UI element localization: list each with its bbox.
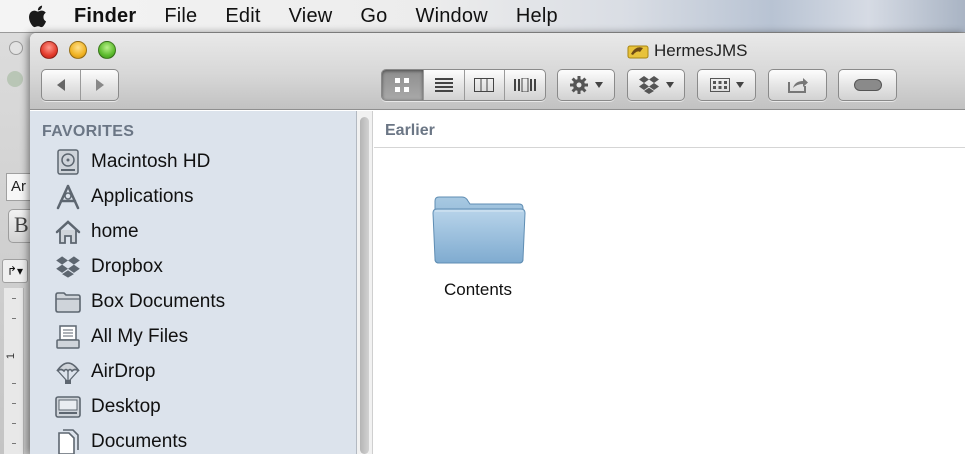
window-title: HermesJMS [627, 40, 748, 62]
sidebar-item-dropbox[interactable]: Dropbox [55, 252, 163, 282]
menu-bar: Finder File Edit View Go Window Help [0, 0, 965, 33]
sidebar-item-label: Box Documents [91, 291, 226, 312]
sidebar-scroll-thumb[interactable] [360, 117, 369, 454]
sidebar-item-macintosh-hd[interactable]: Macintosh HD [55, 147, 210, 177]
back-button[interactable] [42, 70, 80, 100]
sidebar-item-all-my-files[interactable]: All My Files [55, 322, 188, 352]
home-icon [55, 220, 81, 244]
icon-view-icon [395, 78, 410, 92]
sidebar-item-desktop[interactable]: Desktop [55, 392, 161, 422]
background-close-button[interactable] [9, 41, 23, 55]
sidebar-item-label: Documents [91, 431, 188, 452]
dropbox-icon [56, 256, 80, 278]
window-title-text: HermesJMS [654, 41, 748, 60]
sidebar-item-label: Desktop [91, 396, 161, 417]
documents-icon [58, 429, 79, 454]
menu-edit[interactable]: Edit [225, 5, 260, 28]
close-button[interactable] [40, 41, 58, 59]
sidebar-item-label: All My Files [91, 326, 189, 347]
gear-icon [570, 76, 588, 94]
sidebar-item-label: Applications [91, 186, 194, 207]
zoom-button[interactable] [98, 41, 116, 59]
background-add-icon[interactable] [7, 71, 23, 87]
folder-icon [432, 196, 526, 264]
chevron-down-icon [666, 82, 674, 88]
sidebar-item-label: Dropbox [91, 256, 163, 277]
title-bar: HermesJMS [30, 33, 965, 110]
menu-window[interactable]: Window [416, 5, 488, 28]
file-item-contents[interactable]: Contents [432, 195, 526, 300]
sidebar-item-airdrop[interactable]: AirDrop [55, 357, 155, 387]
view-switcher [381, 69, 546, 101]
forward-button[interactable] [80, 70, 118, 100]
sidebar-item-label: Macintosh HD [91, 151, 211, 172]
share-button[interactable] [768, 69, 827, 101]
arrange-icon [709, 78, 730, 92]
chevron-down-icon [735, 82, 744, 88]
menu-go[interactable]: Go [360, 5, 387, 28]
airdrop-icon [56, 362, 80, 384]
coverflow-view-icon [514, 78, 537, 92]
back-forward-control [41, 69, 119, 101]
file-browser-content: Earlier Contents [374, 111, 965, 454]
dropbox-menu-button[interactable] [627, 69, 685, 101]
menu-finder[interactable]: Finder [74, 5, 136, 28]
vertical-ruler: 1 [4, 288, 24, 454]
apple-logo-icon[interactable] [26, 4, 48, 28]
list-view-button[interactable] [422, 70, 464, 100]
arrange-menu-button[interactable] [697, 69, 756, 101]
sidebar-item-home[interactable]: home [55, 217, 139, 247]
hard-drive-icon [57, 149, 79, 175]
sidebar-item-box-documents[interactable]: Box Documents [55, 287, 225, 317]
file-name: Contents [443, 280, 513, 299]
sidebar-item-label: home [91, 221, 139, 242]
sidebar-item-applications[interactable]: Applications [55, 182, 193, 212]
applications-icon [56, 184, 80, 210]
icon-view-button[interactable] [382, 70, 423, 100]
list-view-icon [434, 78, 453, 92]
chevron-right-icon [95, 79, 104, 91]
all-files-icon [56, 325, 80, 349]
sidebar-item-documents[interactable]: Documents [55, 427, 187, 454]
menu-help[interactable]: Help [516, 5, 558, 28]
column-view-icon [474, 78, 495, 92]
finder-window: HermesJMS FAVORITES Macintosh HD Applica… [30, 33, 965, 454]
sidebar-scrollbar[interactable] [357, 111, 373, 454]
coverflow-view-button[interactable] [504, 70, 545, 100]
chevron-down-icon [595, 82, 603, 88]
share-icon [787, 78, 808, 93]
proxy-folder-icon[interactable] [627, 43, 649, 59]
action-menu-button[interactable] [557, 69, 615, 101]
folder-icon [55, 292, 81, 313]
ruler-number: 1 [5, 352, 18, 360]
sidebar-section-favorites: FAVORITES [42, 123, 135, 140]
toggle-pill-icon [853, 79, 882, 91]
background-tool-button[interactable]: ↱▾ [2, 259, 28, 283]
minimize-button[interactable] [69, 41, 87, 59]
dropbox-icon [639, 76, 659, 94]
sidebar: FAVORITES Macintosh HD Applications home [30, 111, 357, 454]
menu-view[interactable]: View [289, 5, 333, 28]
desktop-icon [55, 396, 81, 418]
column-view-button[interactable] [463, 70, 505, 100]
chevron-left-icon [57, 79, 65, 91]
group-header-earlier: Earlier [374, 111, 965, 148]
menu-file[interactable]: File [164, 5, 197, 28]
sidebar-item-label: AirDrop [91, 361, 156, 382]
toolbar-toggle-button[interactable] [838, 69, 897, 101]
